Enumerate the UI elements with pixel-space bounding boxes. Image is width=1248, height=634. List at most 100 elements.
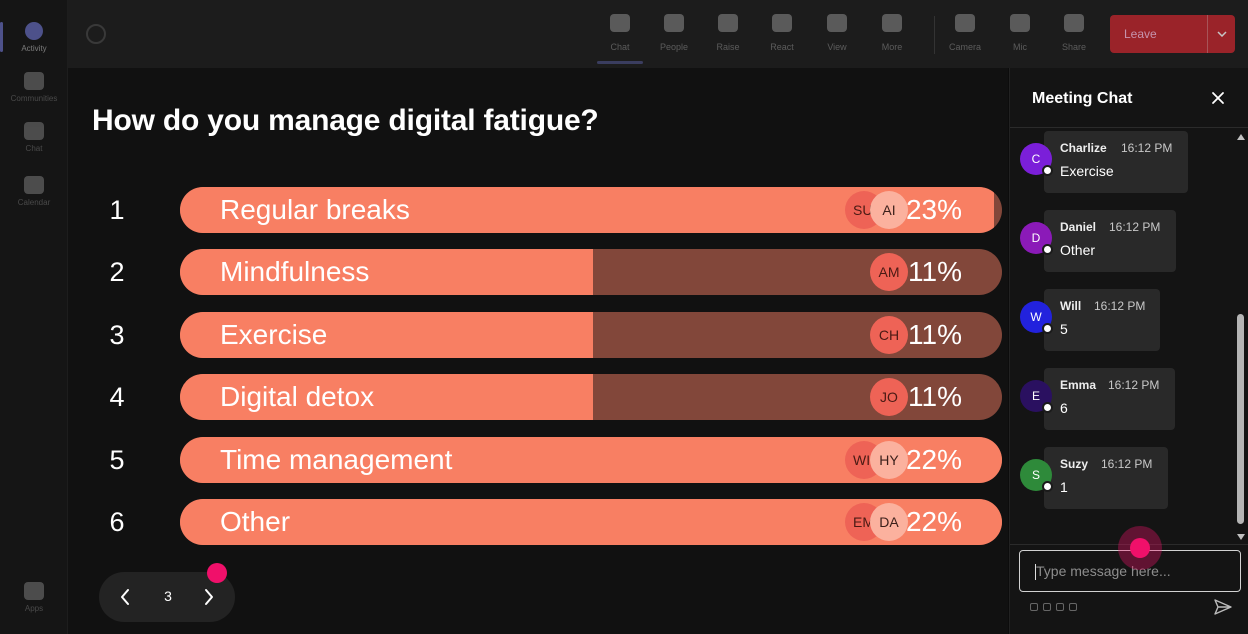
- voter-avatars: AM: [870, 253, 908, 291]
- message-time: 16:12 PM: [1109, 220, 1161, 234]
- apps-icon: [24, 581, 44, 600]
- toolbar-raise-button[interactable]: Raise: [703, 10, 753, 60]
- option-label: Digital detox: [220, 381, 375, 412]
- chevron-down-icon[interactable]: [1207, 15, 1235, 53]
- gif-icon[interactable]: [1069, 603, 1077, 611]
- option-bar[interactable]: Regular breaks AI SU 23%: [180, 187, 1002, 233]
- option-bar[interactable]: Exercise CH 11%: [180, 312, 1002, 358]
- poll-option[interactable]: 4 Digital detox JO 11%: [68, 374, 1008, 422]
- presence-icon: [1042, 323, 1053, 334]
- avatar-initial: C: [1031, 152, 1041, 166]
- message-bubble: Will 16:12 PM 5: [1044, 289, 1160, 351]
- option-bar[interactable]: Digital detox JO 11%: [180, 374, 1002, 420]
- rail-item-activity[interactable]: Activity: [0, 12, 68, 62]
- avatar-initial: D: [1031, 231, 1041, 245]
- voter-avatars: AI SU: [845, 191, 908, 229]
- poll-option[interactable]: 5 Time management HY WI 22%: [68, 437, 1008, 485]
- avatar[interactable]: C: [1020, 143, 1053, 176]
- message-author: Suzy: [1060, 457, 1089, 471]
- message-author: Will: [1060, 299, 1082, 313]
- message-time: 16:12 PM: [1101, 457, 1153, 471]
- message-time: 16:12 PM: [1094, 299, 1146, 313]
- message-text: Exercise: [1060, 163, 1114, 179]
- text-caret: [1035, 564, 1036, 580]
- app-rail: Activity Communities Chat Calendar Apps: [0, 0, 68, 634]
- message-author: Charlize: [1060, 141, 1107, 155]
- toolbar-share-button[interactable]: Share: [1049, 10, 1099, 60]
- message-text: 1: [1060, 479, 1068, 495]
- toolbar-label: More: [881, 42, 903, 52]
- rail-item-apps[interactable]: Apps: [0, 572, 68, 622]
- attach-icon[interactable]: [1043, 603, 1051, 611]
- option-label: Mindfulness: [220, 256, 370, 287]
- option-bar[interactable]: Mindfulness AM 11%: [180, 249, 1002, 295]
- shield-icon[interactable]: [86, 24, 106, 44]
- message-text: 6: [1060, 400, 1068, 416]
- poll-option[interactable]: 2 Mindfulness AM 11%: [68, 249, 1008, 297]
- toolbar-chat-button[interactable]: Chat: [595, 10, 645, 64]
- option-number: 4: [109, 382, 125, 412]
- scroll-up-icon[interactable]: [1237, 134, 1245, 140]
- option-bar[interactable]: Time management HY WI 22%: [180, 437, 1002, 483]
- toolbar-label: Raise: [716, 42, 740, 52]
- rail-item-label: Calendar: [17, 197, 51, 207]
- chevron-right-icon[interactable]: [197, 585, 221, 609]
- rail-item-label: Communities: [10, 93, 58, 103]
- chat-scrollbar[interactable]: [1235, 130, 1247, 542]
- format-icon[interactable]: [1030, 603, 1038, 611]
- rail-item-chat[interactable]: Chat: [0, 112, 68, 162]
- chat-header: Meeting Chat: [1010, 68, 1248, 128]
- poll-option[interactable]: 1 Regular breaks AI SU 23%: [68, 187, 1008, 235]
- option-percent: 11%: [908, 256, 962, 287]
- toolbar-camera-button[interactable]: Camera: [940, 10, 990, 60]
- chat-icon: [24, 121, 44, 140]
- send-icon[interactable]: [1213, 598, 1235, 618]
- voter-avatar: AI: [870, 191, 908, 229]
- toolbar-label: People: [659, 42, 689, 52]
- scrollbar-thumb[interactable]: [1237, 314, 1244, 524]
- poll-option[interactable]: 3 Exercise CH 11%: [68, 312, 1008, 360]
- message-time: 16:12 PM: [1121, 141, 1173, 155]
- people-icon: [664, 14, 684, 32]
- rail-item-calendar[interactable]: Calendar: [0, 166, 68, 216]
- chevron-left-icon[interactable]: [113, 585, 137, 609]
- toolbar-people-button[interactable]: People: [649, 10, 699, 60]
- toolbar-label: Camera: [948, 42, 981, 52]
- more-icon: [882, 14, 902, 32]
- option-percent: 23%: [905, 194, 962, 225]
- message-text: 5: [1060, 321, 1068, 337]
- option-label: Other: [220, 506, 291, 537]
- avatar-initial: S: [1031, 468, 1040, 482]
- avatar[interactable]: W: [1020, 301, 1053, 334]
- option-bar[interactable]: Other DA EM 22%: [180, 499, 1002, 545]
- voter-avatar: CH: [870, 316, 908, 354]
- avatar-initial: W: [1030, 310, 1042, 324]
- option-percent: 22%: [905, 444, 962, 475]
- communities-icon: [24, 71, 44, 90]
- toolbar-react-button[interactable]: React: [757, 10, 807, 60]
- activity-icon: [25, 21, 43, 40]
- toolbar-mic-button[interactable]: Mic: [995, 10, 1045, 60]
- close-icon[interactable]: [1208, 88, 1228, 108]
- raise-hand-icon: [718, 14, 738, 32]
- rail-item-label: Activity: [21, 43, 47, 53]
- voter-avatar: AM: [870, 253, 908, 291]
- chat-icon: [610, 14, 630, 32]
- scroll-down-icon[interactable]: [1237, 534, 1245, 540]
- camera-icon: [955, 14, 975, 32]
- avatar-initial: E: [1031, 389, 1040, 403]
- toolbar-label: Chat: [610, 42, 630, 52]
- toolbar-more-button[interactable]: More: [867, 10, 917, 60]
- option-number: 1: [109, 195, 125, 225]
- toolbar-view-button[interactable]: View: [812, 10, 862, 60]
- avatar[interactable]: D: [1020, 222, 1053, 255]
- poll-option[interactable]: 6 Other DA EM 22%: [68, 499, 1008, 547]
- avatar[interactable]: E: [1020, 380, 1053, 413]
- leave-button[interactable]: Leave: [1110, 15, 1235, 53]
- rail-item-communities[interactable]: Communities: [0, 62, 68, 112]
- emoji-icon[interactable]: [1056, 603, 1064, 611]
- avatar[interactable]: S: [1020, 459, 1053, 492]
- option-number: 3: [109, 320, 125, 350]
- message-bubble: Suzy 16:12 PM 1: [1044, 447, 1168, 509]
- presence-icon: [1042, 244, 1053, 255]
